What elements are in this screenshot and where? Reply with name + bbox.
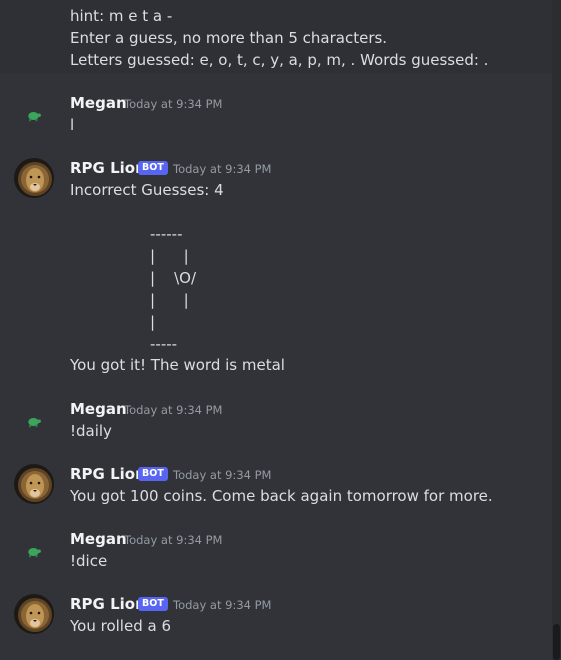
previous-bot-message: hint: m e t a - Enter a guess, no more t… — [0, 0, 552, 73]
hangman-art-line: | — [150, 313, 156, 331]
timestamp: Today at 9:34 PM — [124, 403, 223, 417]
lion-avatar[interactable] — [14, 464, 54, 504]
message-text: !dice — [70, 552, 108, 570]
message-item[interactable]: RPG Lion BOT Today at 9:34 PM You got 10… — [0, 464, 552, 508]
timestamp: Today at 9:34 PM — [173, 162, 272, 176]
chat-log: hint: m e t a - Enter a guess, no more t… — [0, 0, 552, 660]
turtle-icon[interactable] — [26, 416, 41, 428]
message-text: You rolled a 6 — [70, 617, 171, 635]
hangman-art-line: | \O/ — [150, 269, 197, 287]
username[interactable]: RPG Lion — [70, 594, 146, 614]
turtle-icon[interactable] — [26, 546, 41, 558]
username[interactable]: Megan — [70, 529, 127, 549]
bot-tag: BOT — [138, 161, 168, 175]
message-item[interactable]: Megan Today at 9:34 PM l — [0, 93, 552, 137]
message-text: You got it! The word is metal — [70, 356, 285, 374]
hangman-art-line: ------ — [150, 225, 183, 243]
message-item[interactable]: Megan Today at 9:34 PM !dice — [0, 529, 552, 573]
message-item[interactable]: RPG Lion BOT Today at 9:34 PM Incorrect … — [0, 158, 552, 378]
lion-avatar[interactable] — [14, 594, 54, 634]
bot-tag: BOT — [138, 467, 168, 481]
message-item[interactable]: Megan Today at 9:34 PM !daily — [0, 399, 552, 443]
hangman-art-line: ----- — [150, 335, 178, 353]
instruction-text: Enter a guess, no more than 5 characters… — [70, 29, 388, 47]
message-item[interactable]: RPG Lion BOT Today at 9:34 PM You rolled… — [0, 594, 552, 638]
message-text: !daily — [70, 422, 112, 440]
username[interactable]: RPG Lion — [70, 464, 146, 484]
timestamp: Today at 9:34 PM — [173, 468, 272, 482]
timestamp: Today at 9:34 PM — [173, 598, 272, 612]
hangman-art-line: | | — [150, 291, 189, 309]
turtle-icon[interactable] — [26, 110, 41, 122]
timestamp: Today at 9:34 PM — [124, 533, 223, 547]
username[interactable]: Megan — [70, 93, 127, 113]
timestamp: Today at 9:34 PM — [124, 97, 223, 111]
lion-avatar[interactable] — [14, 158, 54, 198]
message-text: l — [70, 116, 75, 134]
username[interactable]: Megan — [70, 399, 127, 419]
hangman-art-line: | | — [150, 247, 189, 265]
bot-tag: BOT — [138, 597, 168, 611]
message-text: Incorrect Guesses: 4 — [70, 181, 224, 199]
username[interactable]: RPG Lion — [70, 158, 146, 178]
hint-text: hint: m e t a - — [70, 7, 173, 25]
guessed-text: Letters guessed: e, o, t, c, y, a, p, m,… — [70, 51, 489, 69]
scrollbar-track[interactable] — [552, 0, 561, 660]
message-text: You got 100 coins. Come back again tomor… — [70, 487, 493, 505]
scrollbar-thumb[interactable] — [553, 624, 560, 660]
